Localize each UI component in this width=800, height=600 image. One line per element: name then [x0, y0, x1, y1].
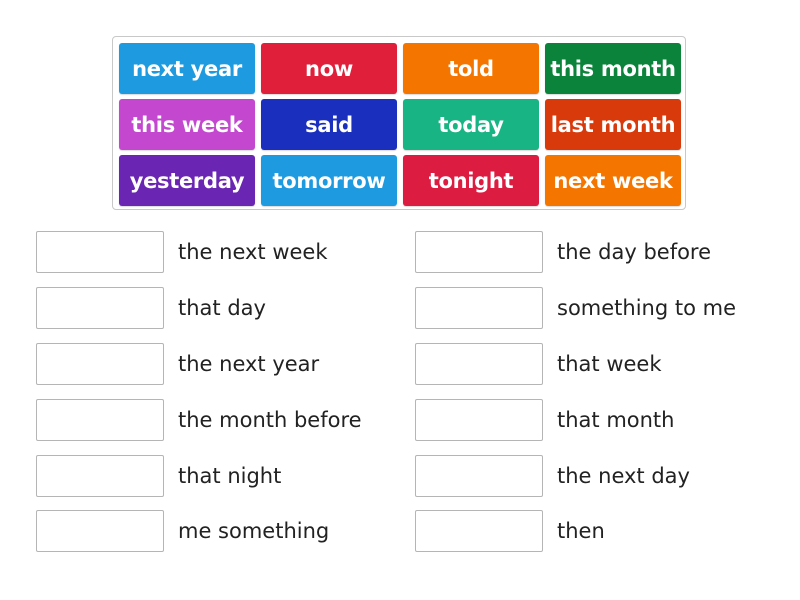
word-tile[interactable]: last month — [545, 99, 681, 150]
drop-target[interactable] — [36, 287, 164, 329]
word-tile[interactable]: now — [261, 43, 397, 94]
drop-target[interactable] — [415, 231, 543, 273]
word-tile[interactable]: said — [261, 99, 397, 150]
drop-target[interactable] — [415, 287, 543, 329]
word-bank: next year now told this month this week said t… — [112, 36, 686, 210]
match-label: that week — [557, 352, 662, 376]
match-label: the day before — [557, 240, 712, 264]
drop-target[interactable] — [415, 399, 543, 441]
word-tile[interactable]: yesterday — [119, 155, 255, 206]
drop-target[interactable] — [415, 455, 543, 497]
word-tile[interactable]: this month — [545, 43, 681, 94]
word-tile[interactable]: today — [403, 99, 539, 150]
drop-target[interactable] — [36, 399, 164, 441]
match-label: the next day — [557, 464, 690, 488]
drop-target[interactable] — [415, 343, 543, 385]
word-tile[interactable]: tomorrow — [261, 155, 397, 206]
match-label: something to me — [557, 296, 736, 320]
word-tile[interactable]: this week — [119, 99, 255, 150]
drop-target[interactable] — [36, 455, 164, 497]
drop-target[interactable] — [36, 231, 164, 273]
word-tile[interactable]: told — [403, 43, 539, 94]
word-tile[interactable]: next week — [545, 155, 681, 206]
match-label: then — [557, 519, 605, 543]
drop-target[interactable] — [415, 510, 543, 552]
drop-target[interactable] — [36, 343, 164, 385]
match-label: the next year — [178, 352, 320, 376]
match-label: that day — [178, 296, 266, 320]
word-tile[interactable]: tonight — [403, 155, 539, 206]
word-tile[interactable]: next year — [119, 43, 255, 94]
match-label: that month — [557, 408, 675, 432]
match-label: that night — [178, 464, 282, 488]
drop-target[interactable] — [36, 510, 164, 552]
match-label: me something — [178, 519, 330, 543]
match-label: the next week — [178, 240, 328, 264]
match-label: the month before — [178, 408, 362, 432]
